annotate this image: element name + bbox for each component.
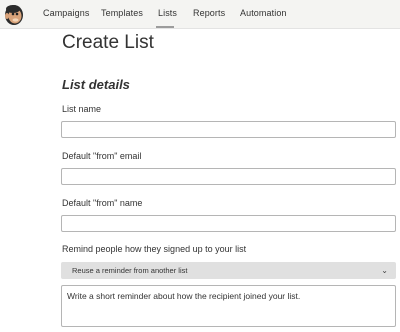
nav-item-automation[interactable]: Automation [240, 8, 287, 18]
from-email-label: Default "from" email [62, 151, 142, 161]
nav-item-campaigns[interactable]: Campaigns [43, 8, 89, 18]
chevron-down-icon: ⌄ [381, 266, 388, 275]
from-name-label: Default "from" name [62, 198, 143, 208]
top-navigation: Campaigns Templates Lists Reports Automa… [0, 0, 400, 29]
from-email-input[interactable] [61, 168, 396, 185]
nav-item-templates[interactable]: Templates [101, 8, 143, 18]
nav-item-lists[interactable]: Lists [158, 8, 177, 18]
reminder-select-value: Reuse a reminder from another list [72, 266, 188, 275]
section-title: List details [62, 77, 130, 92]
nav-item-reports[interactable]: Reports [193, 8, 225, 18]
list-name-label: List name [62, 104, 102, 114]
reminder-textarea[interactable]: Write a short reminder about how the rec… [61, 285, 396, 327]
list-name-input[interactable] [61, 121, 396, 138]
page-title: Create List [62, 32, 154, 53]
reminder-label: Remind people how they signed up to your… [62, 244, 247, 254]
active-tab-indicator [156, 26, 174, 28]
reminder-textarea-text: Write a short reminder about how the rec… [67, 291, 301, 301]
from-name-input[interactable] [61, 215, 396, 232]
reminder-select[interactable]: Reuse a reminder from another list ⌄ [61, 262, 396, 279]
mailchimp-logo-icon[interactable] [3, 2, 25, 26]
